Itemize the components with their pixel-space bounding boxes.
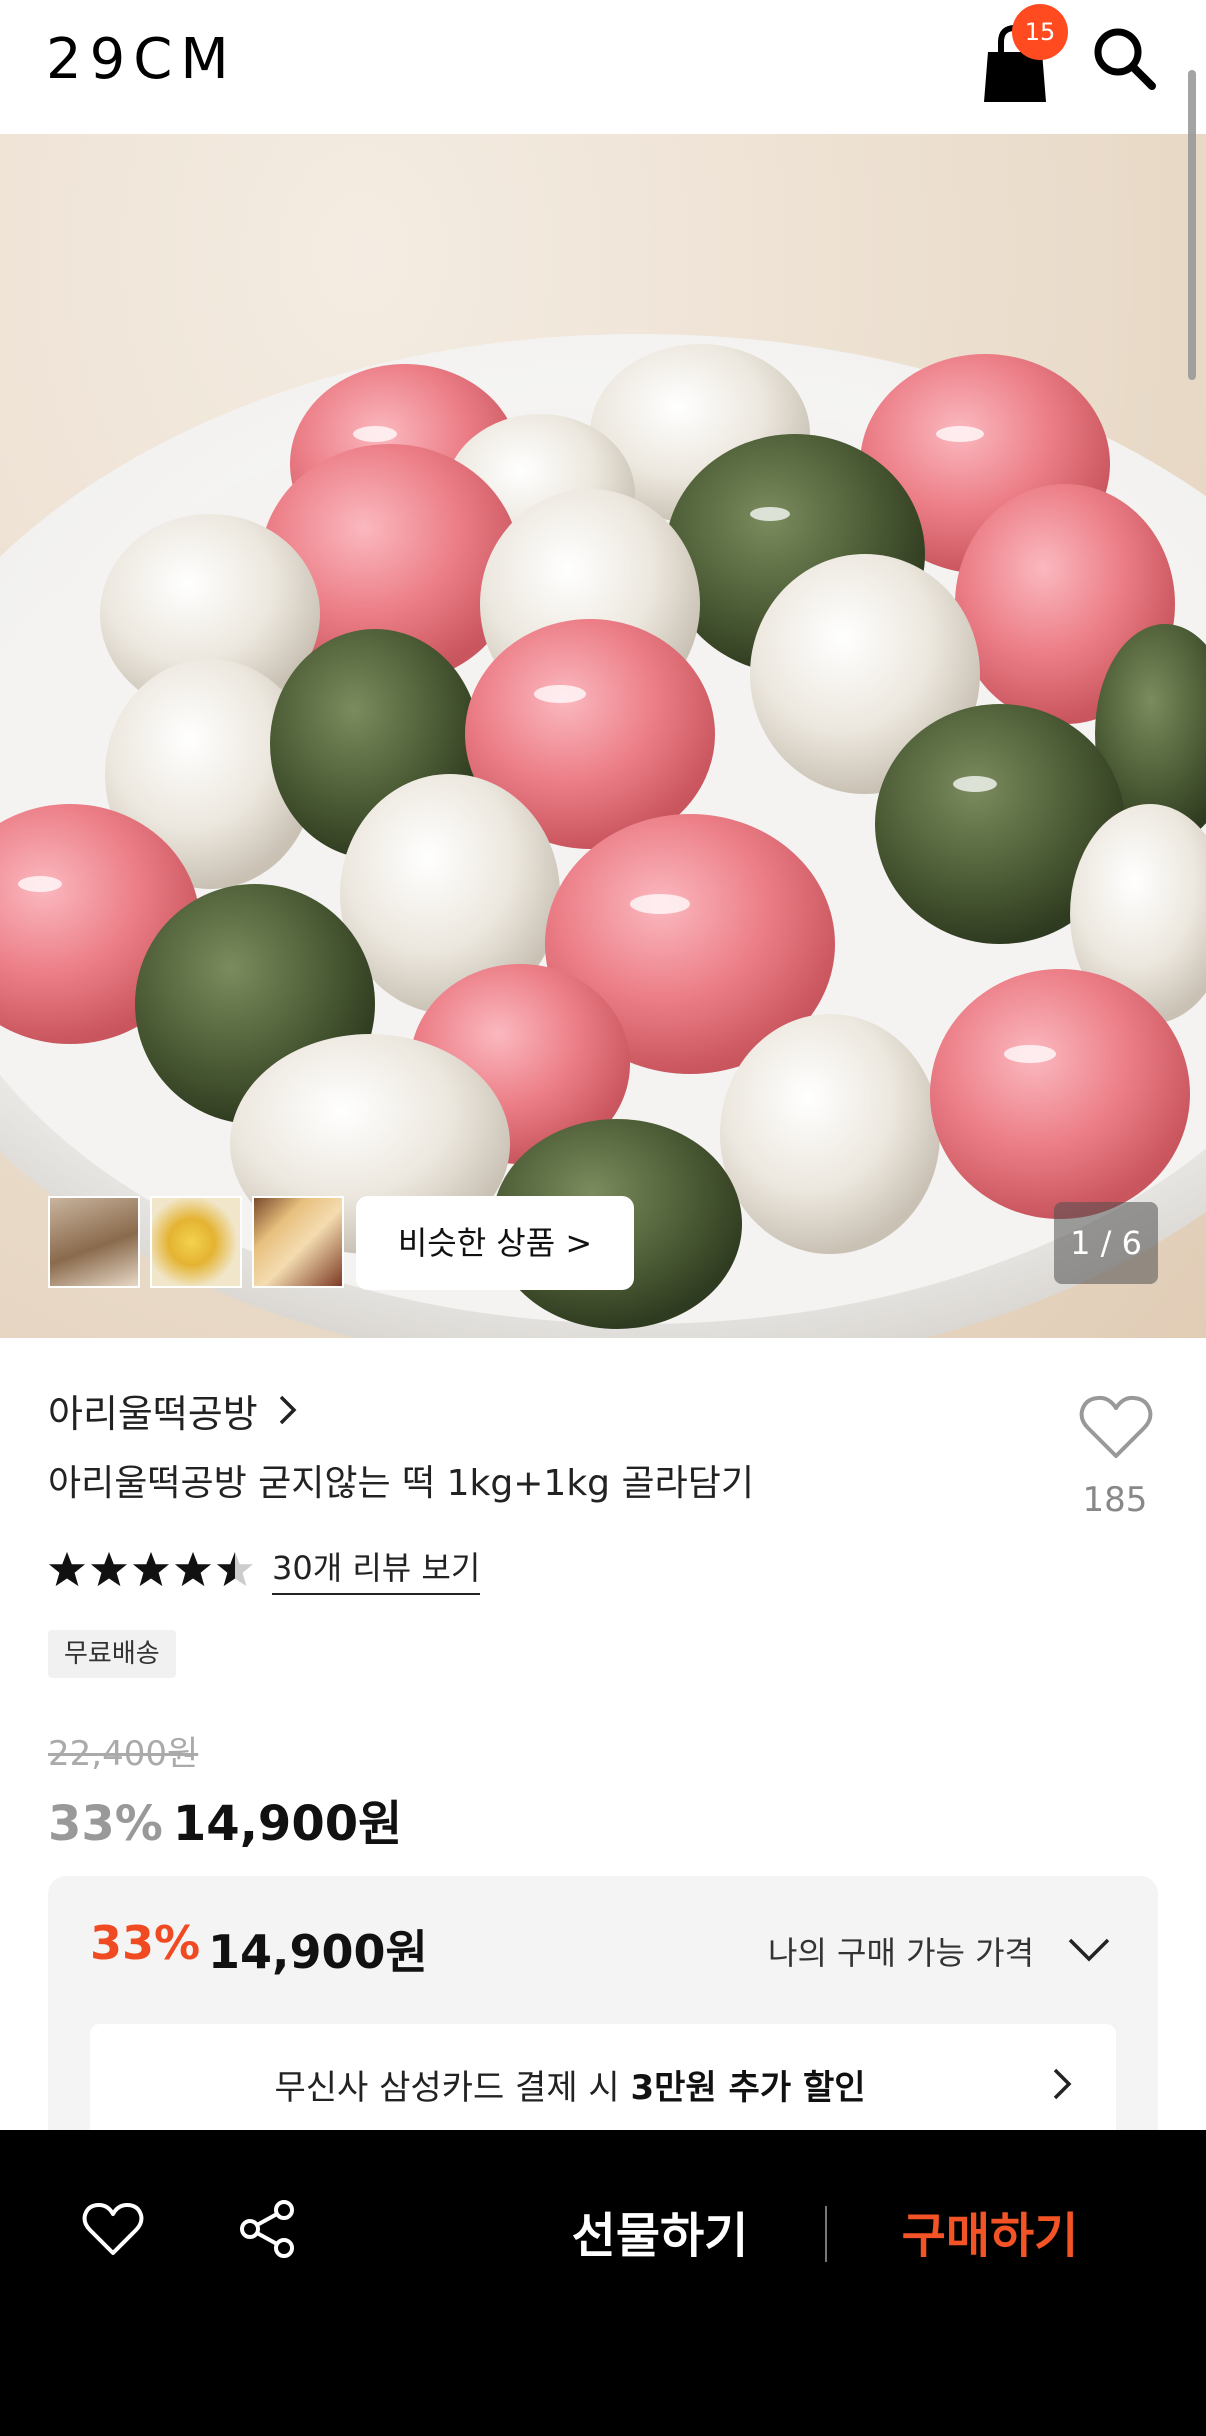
heart-icon[interactable] [82,2202,144,2258]
review-link[interactable]: 30개 리뷰 보기 [272,1543,481,1595]
promotion-prefix: 무신사 삼성카드 결제 시 [274,2068,631,2108]
promotion-highlight: 3만원 추가 할인 [630,2068,866,2108]
sale-price: 14,900원 [172,1796,403,1852]
chevron-right-icon [1053,2068,1072,2100]
discount-rate: 33% [48,1796,163,1852]
chevron-down-icon[interactable] [1066,1934,1112,1964]
brand-link[interactable]: 아리울떡공방 [48,1382,300,1438]
thumbnail-2[interactable] [150,1196,242,1288]
product-image-carousel[interactable]: 비슷한 상품 > 1 / 6 [0,134,1206,1338]
free-shipping-badge: 무료배송 [48,1630,176,1678]
original-price: 22,400원 [48,1734,199,1774]
promotion-text: 무신사 삼성카드 결제 시 3만원 추가 할인 [90,2060,1050,2109]
gift-button[interactable]: 선물하기 [560,2196,760,2266]
purchasable-price-toggle-label[interactable]: 나의 구매 가능 가격 [768,1928,1034,1974]
buy-button[interactable]: 구매하기 [880,2196,1100,2266]
star-icon [48,1551,86,1587]
rating-row: 30개 리뷰 보기 [48,1543,481,1595]
price-row: 33% 14,900원 [48,1784,402,1854]
product-detail-page: 29CM 15 비슷한 상품 > 1 / 6 아리울떡공방 아리울떡공방 굳지않… [0,0,1206,2436]
image-counter: 1 / 6 [1054,1202,1158,1284]
share-icon[interactable] [236,2198,298,2260]
thumbnail-1[interactable] [48,1196,140,1288]
thumbnail-3[interactable] [252,1196,344,1288]
similar-products-button[interactable]: 비슷한 상품 > [356,1196,634,1290]
brand-name: 아리울떡공방 [48,1391,258,1436]
card-promotion-banner[interactable]: 무신사 삼성카드 결제 시 3만원 추가 할인 [90,2024,1116,2144]
half-star-icon [216,1551,254,1587]
star-icon [174,1551,212,1587]
divider [825,2206,827,2262]
logo[interactable]: 29CM [46,28,237,92]
search-icon[interactable] [1090,24,1160,94]
cart-count-badge: 15 [1012,4,1068,60]
purchasable-price: 14,900원 [208,1925,428,1979]
star-rating [48,1550,254,1588]
purchasable-discount: 33% [90,1916,201,1970]
scrollbar[interactable] [1188,70,1196,380]
chevron-right-icon [279,1395,297,1425]
product-title: 아리울떡공방 굳지않는 떡 1kg+1kg 골라담기 [48,1463,754,1504]
like-count: 185 [1082,1480,1148,1520]
star-icon [90,1551,128,1587]
bottom-action-bar: 선물하기 구매하기 [0,2130,1206,2436]
heart-icon[interactable] [1078,1394,1154,1462]
star-icon [132,1551,170,1587]
top-header: 29CM 15 [0,0,1206,134]
product-image [0,334,1206,1338]
